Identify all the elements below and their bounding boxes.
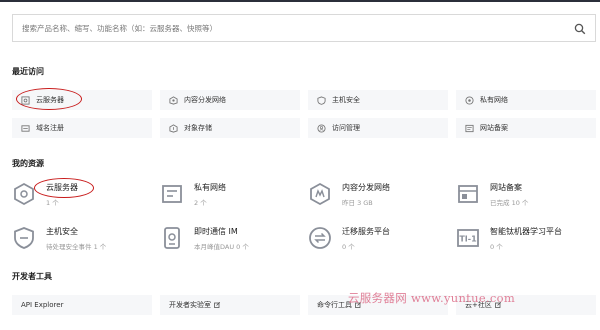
resource-count: 1 个 bbox=[46, 199, 59, 207]
search-icon[interactable] bbox=[574, 23, 586, 35]
storage-icon bbox=[169, 123, 178, 133]
watermark: 云服务器网 www.yuntue.com bbox=[348, 291, 516, 305]
resource-count: 待处理安全事件 1 个 bbox=[46, 243, 107, 251]
resource-name: 迁移服务平台 bbox=[342, 227, 390, 236]
search-box[interactable] bbox=[12, 14, 596, 42]
search-input[interactable] bbox=[13, 15, 595, 41]
dev-item-label: 开发者实验室 bbox=[169, 301, 211, 309]
resource-count: 0 个 bbox=[342, 243, 355, 251]
resource-migration[interactable]: 迁移服务平台 0 个 bbox=[308, 222, 448, 260]
dev-item-dev-lab[interactable]: 开发者实验室 bbox=[160, 295, 300, 315]
recent-item-label: 网站备案 bbox=[480, 124, 508, 132]
im-icon bbox=[164, 227, 180, 249]
recent-section-title: 最近访问 bbox=[12, 67, 44, 76]
recent-item-host-security[interactable]: 主机安全 bbox=[308, 90, 448, 110]
resource-ti-ml[interactable]: TI-1 智能钛机器学习平台 0 个 bbox=[456, 222, 596, 260]
svg-text:TI-1: TI-1 bbox=[459, 235, 477, 244]
resource-name: 网站备案 bbox=[490, 183, 522, 192]
recent-item-label: 域名注册 bbox=[36, 124, 64, 132]
ti-icon: TI-1 bbox=[457, 229, 479, 247]
recent-item-filing[interactable]: 网站备案 bbox=[456, 118, 596, 138]
dev-tools-section-title: 开发者工具 bbox=[12, 272, 52, 281]
recent-item-label: 内容分发网络 bbox=[184, 96, 226, 104]
resource-name: 即时通信 IM bbox=[194, 227, 238, 236]
resource-name: 私有网络 bbox=[194, 183, 226, 192]
resource-count: 昨日 3 GB bbox=[342, 199, 373, 207]
access-icon bbox=[317, 123, 326, 133]
resources-section-title: 我的资源 bbox=[12, 159, 44, 168]
shield-icon bbox=[317, 95, 326, 105]
dev-item-label: API Explorer bbox=[21, 301, 64, 309]
top-bar bbox=[0, 0, 600, 2]
dev-item-label: 命令行工具 bbox=[317, 301, 352, 309]
resource-filing[interactable]: 网站备案已完成 10 个 bbox=[456, 178, 596, 216]
cdn-icon bbox=[310, 182, 330, 206]
recent-item-label: 对象存储 bbox=[184, 124, 212, 132]
highlight-circle bbox=[16, 88, 82, 110]
highlight-circle bbox=[34, 178, 94, 198]
vpc-icon bbox=[162, 185, 182, 203]
external-link-icon bbox=[214, 302, 220, 308]
resource-im[interactable]: 即时通信 IM 本月峰值DAU 0 个 bbox=[160, 222, 300, 260]
resource-name: 智能钛机器学习平台 bbox=[490, 227, 562, 236]
dev-item-api-explorer[interactable]: API Explorer bbox=[12, 295, 152, 315]
filing-icon bbox=[465, 124, 474, 132]
migration-icon bbox=[309, 227, 331, 249]
resource-cdn[interactable]: 内容分发网络 昨日 3 GB bbox=[308, 178, 448, 216]
recent-item-label: 访问管理 bbox=[332, 124, 360, 132]
vpc-icon bbox=[465, 95, 474, 105]
shield-icon bbox=[14, 227, 34, 249]
recent-item-domain[interactable]: 域名注册 bbox=[12, 118, 152, 138]
cdn-icon bbox=[169, 95, 178, 105]
resource-name: 内容分发网络 bbox=[342, 183, 390, 192]
recent-item-vpc[interactable]: 私有网络 bbox=[456, 90, 596, 110]
recent-item-label: 主机安全 bbox=[332, 96, 360, 104]
cloud-server-icon bbox=[14, 182, 34, 206]
filing-icon bbox=[458, 185, 478, 203]
recent-item-access[interactable]: 访问管理 bbox=[308, 118, 448, 138]
resource-name: 主机安全 bbox=[46, 227, 78, 236]
resource-host-security[interactable]: 主机安全待处理安全事件 1 个 bbox=[12, 222, 152, 260]
resource-count: 0 个 bbox=[490, 243, 503, 251]
recent-item-storage[interactable]: 对象存储 bbox=[160, 118, 300, 138]
resource-vpc[interactable]: 私有网络 2 个 bbox=[160, 178, 300, 216]
resource-count: 2 个 bbox=[194, 199, 207, 207]
recent-item-cdn[interactable]: 内容分发网络 bbox=[160, 90, 300, 110]
domain-icon bbox=[21, 124, 30, 132]
resource-count: 已完成 10 个 bbox=[490, 199, 529, 207]
resource-count: 本月峰值DAU 0 个 bbox=[194, 243, 249, 251]
recent-item-label: 私有网络 bbox=[480, 96, 508, 104]
